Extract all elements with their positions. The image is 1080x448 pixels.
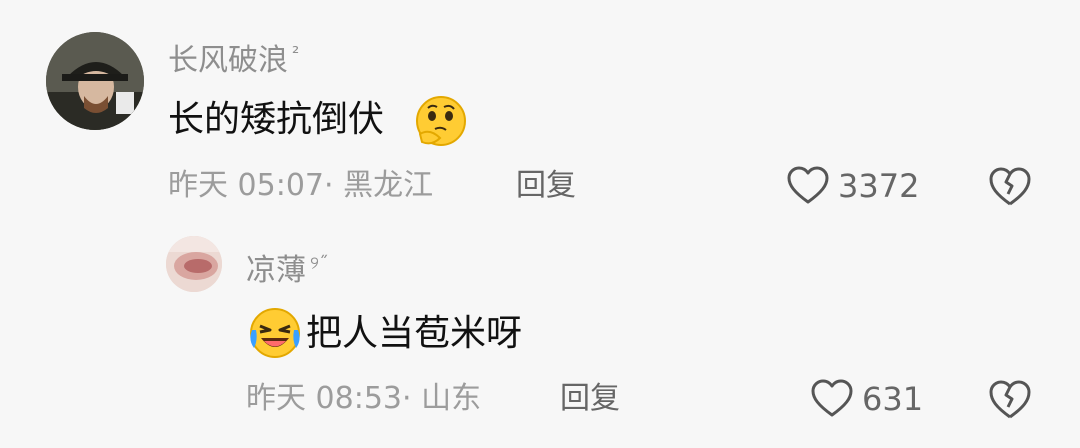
crying-laughing-face-emoji bbox=[246, 304, 304, 362]
reply-text: 把人当苞米呀 bbox=[306, 313, 523, 354]
reply-like-button[interactable]: 631 bbox=[810, 379, 923, 419]
thinking-face-emoji bbox=[412, 92, 470, 150]
broken-heart-icon bbox=[988, 377, 1032, 421]
reply-dislike-button[interactable] bbox=[988, 377, 1032, 421]
reply-avatar-image bbox=[166, 236, 222, 292]
reply-username-text: 凉薄 bbox=[246, 253, 306, 288]
reply-username[interactable]: 凉薄 ୨˝ bbox=[246, 246, 328, 289]
comment-meta: 昨天 05:07· 黑龙江 bbox=[168, 168, 434, 203]
heart-icon bbox=[810, 379, 854, 419]
heart-icon bbox=[786, 166, 830, 206]
avatar[interactable] bbox=[46, 32, 144, 130]
reply-like-count: 631 bbox=[862, 380, 924, 418]
dislike-button[interactable] bbox=[988, 164, 1032, 208]
broken-heart-icon bbox=[988, 164, 1032, 208]
like-count: 3372 bbox=[838, 167, 920, 205]
reply-avatar[interactable] bbox=[166, 236, 222, 292]
comment-text: 长的矮抗倒伏 bbox=[168, 99, 385, 140]
username[interactable]: 长风破浪 ² bbox=[168, 36, 299, 79]
reply-meta: 昨天 08:53· 山东 bbox=[246, 381, 482, 416]
username-badge: ² bbox=[292, 43, 300, 64]
username-text: 长风破浪 bbox=[168, 43, 288, 78]
avatar-image bbox=[46, 32, 144, 130]
reply-reply-button[interactable]: 回复 bbox=[560, 381, 620, 417]
reply-button[interactable]: 回复 bbox=[516, 168, 576, 204]
reply-username-badge: ୨˝ bbox=[310, 253, 328, 274]
like-button[interactable]: 3372 bbox=[786, 166, 919, 206]
